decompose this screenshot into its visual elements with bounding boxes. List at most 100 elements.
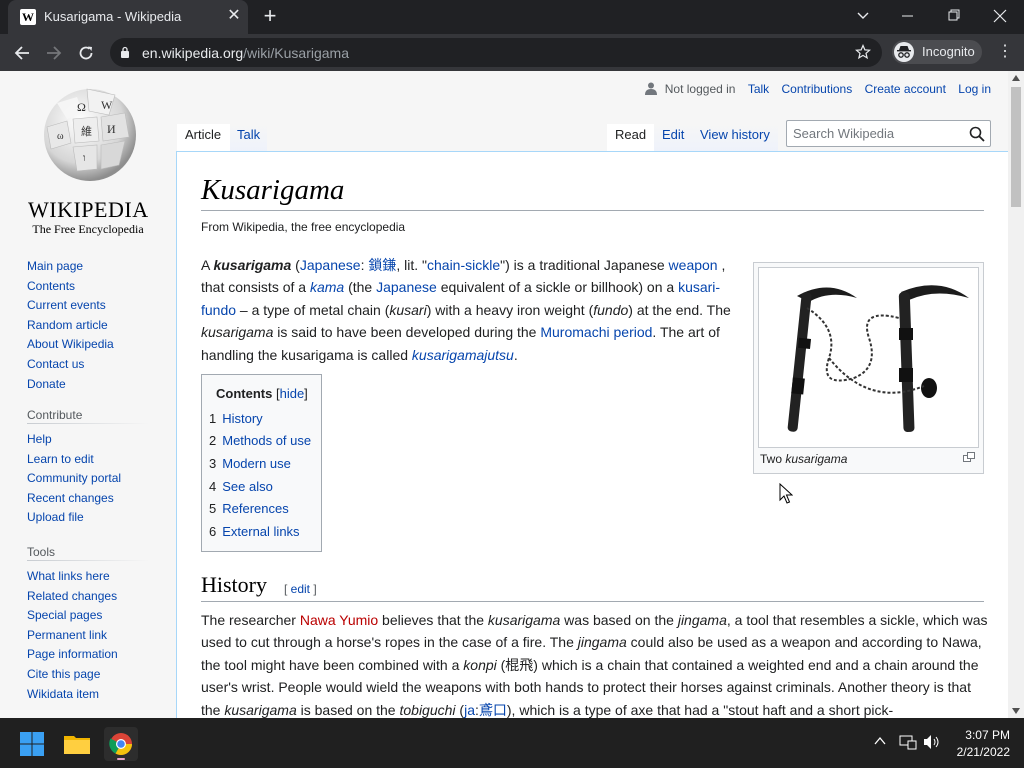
sidebar-item-main-page[interactable]: Main page: [27, 257, 114, 277]
sidebar-item-contents[interactable]: Contents: [27, 277, 114, 297]
address-bar[interactable]: en.wikipedia.org/wiki/Kusarigama: [110, 38, 882, 67]
history-paragraph: The researcher Nawa Yumio believes that …: [201, 612, 988, 718]
scroll-up-icon[interactable]: [1012, 75, 1020, 81]
article-content: Kusarigama From Wikipedia, the free ency…: [176, 151, 1008, 718]
incognito-badge[interactable]: Incognito: [892, 40, 982, 64]
link-chain-sickle[interactable]: chain-sickle: [427, 257, 500, 273]
sidebar-item-what-links-here[interactable]: What links here: [27, 567, 149, 587]
sidebar-item-special-pages[interactable]: Special pages: [27, 606, 149, 626]
create-account-link[interactable]: Create account: [865, 82, 946, 96]
search-icon[interactable]: [969, 126, 985, 142]
clock-time[interactable]: 3:07 PM: [958, 728, 1010, 742]
toc-item[interactable]: 3 Modern use: [209, 456, 291, 471]
sidebar-item-page-information[interactable]: Page information: [27, 645, 149, 665]
forward-arrow-icon[interactable]: [42, 41, 66, 65]
toc-item[interactable]: 5 References: [209, 501, 289, 516]
sidebar-item-upload-file[interactable]: Upload file: [27, 508, 149, 528]
incognito-icon: [894, 42, 914, 62]
login-link[interactable]: Log in: [958, 82, 991, 96]
infobox-caption: Two kusarigama: [760, 452, 848, 466]
term-kusarigama: kusarigama: [213, 257, 292, 273]
browser-menu-icon[interactable]: ⋮: [997, 42, 1013, 62]
link-ja-kanji[interactable]: 鳶口: [479, 702, 507, 718]
enlarge-icon[interactable]: [963, 452, 975, 462]
tab-article[interactable]: Article: [177, 124, 230, 152]
bookmark-star-icon[interactable]: [855, 44, 871, 60]
lock-icon[interactable]: [120, 46, 130, 58]
tab-search-chevron-icon[interactable]: [850, 5, 876, 27]
sidebar-item-random-article[interactable]: Random article: [27, 316, 114, 336]
sidebar-item-wikidata-item[interactable]: Wikidata item: [27, 685, 149, 705]
link-kusarigamajutsu[interactable]: kusarigamajutsu: [412, 347, 514, 363]
restore-button[interactable]: [941, 5, 967, 27]
svg-text:Ω: Ω: [77, 100, 86, 114]
sidebar-item-donate[interactable]: Donate: [27, 375, 114, 395]
scroll-down-icon[interactable]: [1012, 708, 1020, 714]
svg-text:W: W: [101, 98, 113, 112]
link-kama[interactable]: kama: [310, 279, 344, 295]
chrome-icon[interactable]: [104, 727, 138, 761]
sidebar-item-cite-this-page[interactable]: Cite this page: [27, 665, 149, 685]
link-japanese[interactable]: Japanese: [376, 279, 437, 295]
kusarigama-image[interactable]: [758, 267, 979, 448]
wikipedia-logo[interactable]: Ω W 維 И ω ו WIKIPEDIA The Free Encyclope…: [28, 83, 158, 236]
reload-icon[interactable]: [74, 41, 98, 65]
link-muromachi-period[interactable]: Muromachi period: [540, 324, 652, 340]
chevron-up-icon[interactable]: [873, 734, 887, 748]
link-nawa-yumio[interactable]: Nawa Yumio: [300, 612, 378, 628]
divider: [201, 601, 984, 602]
user-talk-link[interactable]: Talk: [748, 82, 769, 96]
tab-read[interactable]: Read: [607, 124, 654, 152]
sidebar-item-learn-to-edit[interactable]: Learn to edit: [27, 450, 149, 470]
tab-view-history[interactable]: View history: [692, 124, 778, 152]
svg-text:И: И: [107, 122, 116, 136]
section-edit-link[interactable]: edit: [291, 582, 310, 596]
sidebar-item-contact[interactable]: Contact us: [27, 355, 114, 375]
toc-item[interactable]: 6 External links: [209, 524, 300, 539]
search-placeholder: Search Wikipedia: [793, 126, 895, 141]
link-weapon[interactable]: weapon: [669, 257, 718, 273]
sidebar-item-permanent-link[interactable]: Permanent link: [27, 626, 149, 646]
svg-text:維: 維: [81, 125, 92, 138]
wikipedia-favicon-icon: W: [20, 9, 36, 25]
link-ja[interactable]: ja: [464, 702, 475, 718]
toc-hide-link[interactable]: hide: [280, 386, 305, 401]
toc-title: Contents [hide]: [216, 386, 308, 401]
divider: [201, 210, 984, 211]
clock-date[interactable]: 2/21/2022: [950, 745, 1010, 759]
browser-tab[interactable]: W Kusarigama - Wikipedia ✕: [8, 0, 248, 34]
contributions-link[interactable]: Contributions: [782, 82, 853, 96]
link-kanji[interactable]: 鎖鎌: [368, 257, 396, 273]
page-scrollbar[interactable]: [1008, 71, 1024, 718]
close-tab-icon[interactable]: ✕: [225, 7, 243, 25]
back-arrow-icon[interactable]: [10, 41, 34, 65]
windows-start-icon[interactable]: [15, 727, 49, 761]
toc-item[interactable]: 1 History: [209, 411, 263, 426]
divider: [27, 560, 149, 561]
minimize-button[interactable]: [895, 5, 921, 27]
new-tab-button[interactable]: +: [259, 5, 281, 27]
url-text[interactable]: en.wikipedia.org/wiki/Kusarigama: [142, 45, 349, 61]
network-icon[interactable]: [899, 734, 917, 750]
sidebar-item-community-portal[interactable]: Community portal: [27, 469, 149, 489]
scroll-thumb[interactable]: [1011, 87, 1021, 207]
link-japanese-language[interactable]: Japanese: [300, 257, 361, 273]
sidebar-item-current-events[interactable]: Current events: [27, 296, 114, 316]
divider: [27, 423, 149, 424]
close-window-button[interactable]: [987, 5, 1013, 27]
tab-edit[interactable]: Edit: [654, 124, 692, 152]
tab-talk[interactable]: Talk: [230, 124, 267, 152]
search-input[interactable]: Search Wikipedia: [786, 120, 991, 147]
not-logged-in-text: Not logged in: [664, 82, 736, 96]
sidebar-item-about[interactable]: About Wikipedia: [27, 335, 114, 355]
sidebar-item-recent-changes[interactable]: Recent changes: [27, 489, 149, 509]
toc-item[interactable]: 2 Methods of use: [209, 433, 311, 448]
file-explorer-icon[interactable]: [60, 727, 94, 761]
windows-taskbar: 3:07 PM 2/21/2022: [0, 718, 1024, 768]
volume-icon[interactable]: [923, 734, 941, 750]
table-of-contents: Contents [hide] 1 History 2 Methods of use…: [201, 374, 322, 552]
toc-item[interactable]: 4 See also: [209, 479, 273, 494]
sidebar-item-help[interactable]: Help: [27, 430, 149, 450]
sidebar-item-related-changes[interactable]: Related changes: [27, 587, 149, 607]
incognito-label: Incognito: [922, 44, 975, 59]
